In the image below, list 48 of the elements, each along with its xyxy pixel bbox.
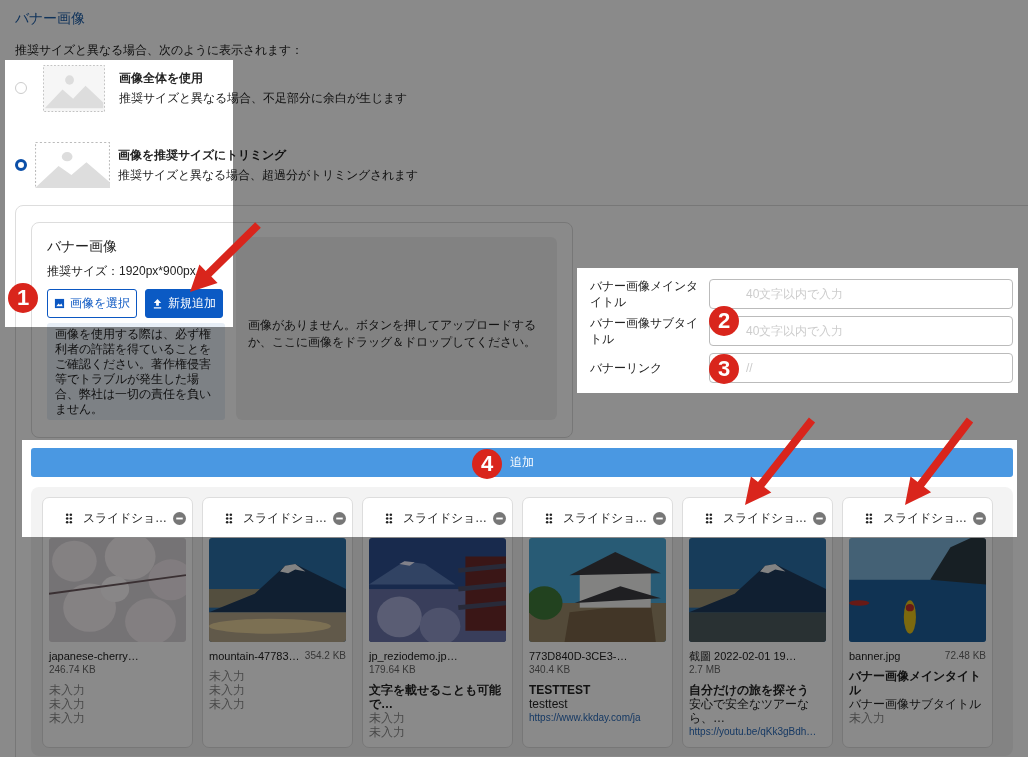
section-heading: バナー画像 (15, 9, 86, 28)
uploader-title: バナー画像 (47, 237, 118, 255)
empty-value: 未入力 (209, 669, 246, 683)
empty-value: 未入力 (49, 711, 86, 725)
step-number: 1 (8, 283, 38, 313)
slide-header: スライドショ… (563, 509, 648, 527)
file-name: mountain-47783… (209, 649, 300, 663)
slide-subtitle: バナー画像サブタイトル (849, 697, 982, 711)
slide-subtitle: 安心で安全なツアーなら、… (689, 697, 810, 725)
file-name: 773D840D-3CE3-… (529, 649, 628, 663)
slide-title: 自分だけの旅を探そう (689, 683, 810, 697)
file-size: 354.2 KB (304, 649, 346, 663)
empty-value: 未入力 (369, 711, 406, 725)
slide-header: スライドショ… (883, 509, 968, 527)
file-name: banner.jpg (849, 649, 901, 663)
field-label: バナーリンク (590, 360, 663, 376)
empty-value: 未入力 (849, 711, 886, 725)
file-size: 340.4 KB (529, 663, 571, 677)
notice-text: 画像を使用する際は、必ず権利者の許諾を得ていることをご確認ください。著作権侵害等でトラブルが発生した場合、弊社は一切の責任を負いません。 (47, 323, 225, 420)
file-size: 72.48 KB (944, 649, 986, 663)
file-size: 246.74 KB (49, 663, 96, 677)
slide-header: スライドショ… (243, 509, 328, 527)
file-size: 179.64 KB (369, 663, 416, 677)
option-description: 推奨サイズと異なる場合、超過分がトリミングされます (118, 167, 418, 183)
file-name: jp_reziodemo.jp… (369, 649, 458, 663)
empty-value: 未入力 (209, 683, 246, 697)
slide-title: バナー画像メインタイトル (849, 669, 982, 697)
empty-value: 未入力 (209, 697, 246, 711)
file-size: 2.7 MB (689, 663, 721, 677)
empty-value: 未入力 (49, 697, 86, 711)
option-title: 画像全体を使用 (119, 70, 204, 86)
file-name: 截圖 2022-02-01 19… (689, 649, 797, 663)
slide-title: TESTTEST (529, 683, 592, 697)
slide-title: 文字を載せることも可能で… (369, 683, 502, 711)
slide-header: スライドショ… (83, 509, 168, 527)
drop-zone-text: 画像がありません。ボタンを押してアップロードするか、ここに画像をドラッグ＆ドロップしてください。 (248, 317, 537, 351)
option-title: 画像を推奨サイズにトリミング (118, 147, 288, 163)
recommended-size: 推奨サイズ：1920px*900px (47, 263, 197, 279)
empty-value: 未入力 (49, 683, 86, 697)
field-label: バナー画像サブタイトル (590, 315, 699, 347)
slide-header: スライドショ… (403, 509, 488, 527)
field-label: バナー画像メインタイトル (590, 278, 699, 310)
file-name: japanese-cherry… (49, 649, 139, 663)
option-description: 推奨サイズと異なる場合、不足部分に余白が生じます (119, 90, 407, 106)
intro-text: 推奨サイズと異なる場合、次のように表示されます： (15, 42, 304, 58)
slide-subtitle: testtest (529, 697, 569, 711)
empty-value: 未入力 (369, 725, 406, 739)
slide-header: スライドショ… (723, 509, 808, 527)
